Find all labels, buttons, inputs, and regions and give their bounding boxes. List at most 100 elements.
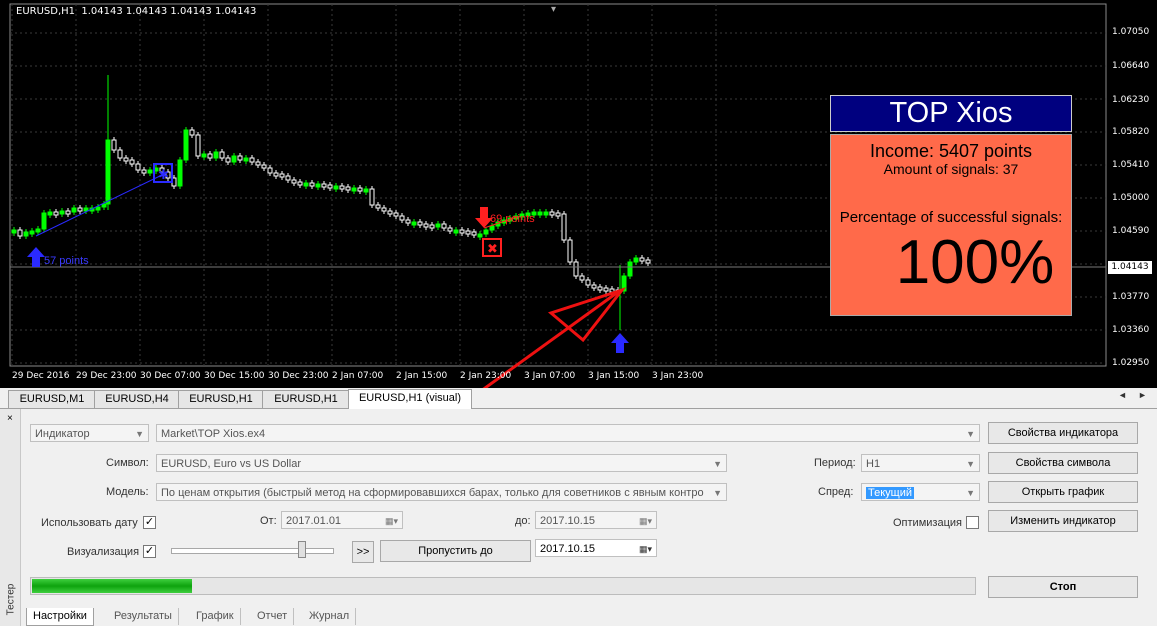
candle-body — [357, 187, 363, 192]
candle-body — [255, 161, 261, 166]
candle-body — [399, 215, 405, 221]
candle-body — [243, 157, 249, 162]
time-label: 30 Dec 15:00 — [204, 371, 265, 381]
tab-graph[interactable]: График — [190, 608, 241, 625]
candle-body — [471, 231, 477, 236]
price-chart[interactable]: ✱ ✖ ▾ EURUSD,H1 1.04143 1.04143 1.04143 1.… — [0, 0, 1157, 388]
period-select[interactable]: H1 ▼ — [861, 454, 980, 472]
time-label: 3 Jan 15:00 — [588, 371, 640, 381]
use-date-checkbox[interactable]: ✓ — [143, 516, 156, 529]
candle-body — [423, 223, 429, 228]
candle-body — [597, 286, 603, 291]
skip-to-date-input[interactable]: 2017.10.15 ▦▾ — [535, 539, 657, 557]
fast-forward-button[interactable]: >> — [352, 541, 374, 563]
candle-body — [579, 275, 585, 281]
time-label: 29 Dec 2016 — [12, 371, 70, 381]
time-label: 2 Jan 07:00 — [332, 371, 384, 381]
scroll-right-icon[interactable]: ► — [1138, 390, 1147, 400]
candle-body — [249, 157, 255, 163]
candle-body — [65, 210, 71, 215]
chart-tab-bar: EURUSD,M1 EURUSD,H4 EURUSD,H1 EURUSD,H1 … — [0, 388, 1157, 409]
candle-body — [53, 211, 59, 216]
visualization-checkbox[interactable]: ✓ — [143, 545, 156, 558]
candle-body — [387, 210, 393, 215]
candle-body — [285, 175, 291, 181]
candle-body — [129, 159, 135, 165]
optimization-label: Оптимизация — [893, 517, 962, 529]
calendar-dropdown-icon: ▦▾ — [384, 516, 398, 526]
candle-body — [483, 229, 489, 235]
candle-body — [195, 134, 201, 157]
candle-body — [381, 207, 387, 212]
open-chart-button[interactable]: Открыть график — [988, 481, 1138, 503]
spread-label: Спред: — [818, 486, 854, 498]
candle-body — [555, 212, 561, 217]
symbol-select[interactable]: EURUSD, Euro vs US Dollar ▼ — [156, 454, 727, 472]
speed-slider-track[interactable] — [171, 548, 334, 554]
candle-body — [477, 233, 483, 238]
scroll-left-icon[interactable]: ◄ — [1118, 390, 1127, 400]
candle-body — [585, 279, 591, 286]
candle-body — [35, 228, 41, 233]
candle-body — [225, 157, 231, 163]
candle-body — [17, 229, 23, 237]
tab-journal[interactable]: Журнал — [303, 608, 357, 625]
model-select[interactable]: По ценам открытия (быстрый метод на сфор… — [156, 483, 727, 501]
tab-eurusd-h1-2[interactable]: EURUSD,H1 — [262, 390, 350, 408]
current-price-label: 1.04143 — [1108, 261, 1152, 274]
expert-select-value: Market\TOP Xios.ex4 — [161, 428, 266, 440]
speed-slider-thumb[interactable] — [298, 541, 306, 558]
candle-body — [639, 257, 645, 262]
expert-select[interactable]: Market\TOP Xios.ex4 ▼ — [156, 424, 980, 442]
indicator-properties-button[interactable]: Свойства индикатора — [988, 422, 1138, 444]
candle-body — [363, 188, 369, 193]
strategy-tester-panel: × Тестер Индикатор ▼ Market\TOP Xios.ex4… — [0, 409, 1157, 626]
close-icon[interactable]: × — [7, 413, 13, 424]
tab-results[interactable]: Результаты — [108, 608, 179, 625]
candle-body — [219, 151, 225, 159]
chevron-down-icon: ▼ — [966, 429, 975, 439]
spread-select[interactable]: Текущий ▼ — [861, 483, 980, 501]
candle-body — [41, 212, 47, 230]
to-date-value: 2017.10.15 — [540, 515, 596, 527]
from-date-value: 2017.01.01 — [286, 515, 342, 527]
time-label: 30 Dec 23:00 — [268, 371, 329, 381]
time-label: 2 Jan 23:00 — [460, 371, 512, 381]
buy-signal-label: 57 points — [44, 255, 89, 267]
close-marker-x-icon: ✖ — [487, 241, 498, 256]
candle-body — [375, 204, 381, 209]
tab-eurusd-h1-visual[interactable]: EURUSD,H1 (visual) — [348, 389, 472, 409]
optimization-checkbox[interactable] — [966, 516, 979, 529]
type-select[interactable]: Индикатор ▼ — [30, 424, 149, 442]
candle-body — [543, 211, 549, 216]
candle-body — [459, 229, 465, 234]
from-date-input[interactable]: 2017.01.01 ▦▾ — [281, 511, 403, 529]
candle-body — [315, 183, 321, 188]
chevron-down-icon: ▼ — [135, 429, 144, 439]
candle-body — [591, 284, 597, 289]
symbol-properties-button[interactable]: Свойства символа — [988, 452, 1138, 474]
candle-body — [405, 219, 411, 224]
skip-to-button[interactable]: Пропустить до — [380, 540, 531, 562]
candle-body — [29, 230, 35, 235]
modify-indicator-button[interactable]: Изменить индикатор — [988, 510, 1138, 532]
candle-body — [231, 155, 237, 163]
candle-body — [351, 187, 357, 192]
tab-eurusd-h4[interactable]: EURUSD,H4 — [94, 390, 180, 408]
candle-body — [111, 139, 117, 151]
stop-button[interactable]: Стоп — [988, 576, 1138, 598]
candle-body — [117, 149, 123, 159]
tab-eurusd-m1[interactable]: EURUSD,M1 — [8, 390, 96, 408]
tab-eurusd-h1[interactable]: EURUSD,H1 — [178, 390, 264, 408]
period-select-value: H1 — [866, 458, 881, 470]
candle-body — [573, 261, 579, 277]
tab-report[interactable]: Отчет — [251, 608, 295, 625]
candle-body — [123, 157, 129, 162]
tab-settings[interactable]: Настройки — [26, 608, 94, 626]
price-label: 1.06230 — [1112, 95, 1150, 105]
test-progress-fill — [32, 579, 192, 593]
use-date-label: Использовать дату — [41, 517, 138, 529]
model-select-value: По ценам открытия (быстрый метод на сфор… — [161, 487, 704, 499]
candle-body — [453, 229, 459, 234]
to-date-input[interactable]: 2017.10.15 ▦▾ — [535, 511, 657, 529]
